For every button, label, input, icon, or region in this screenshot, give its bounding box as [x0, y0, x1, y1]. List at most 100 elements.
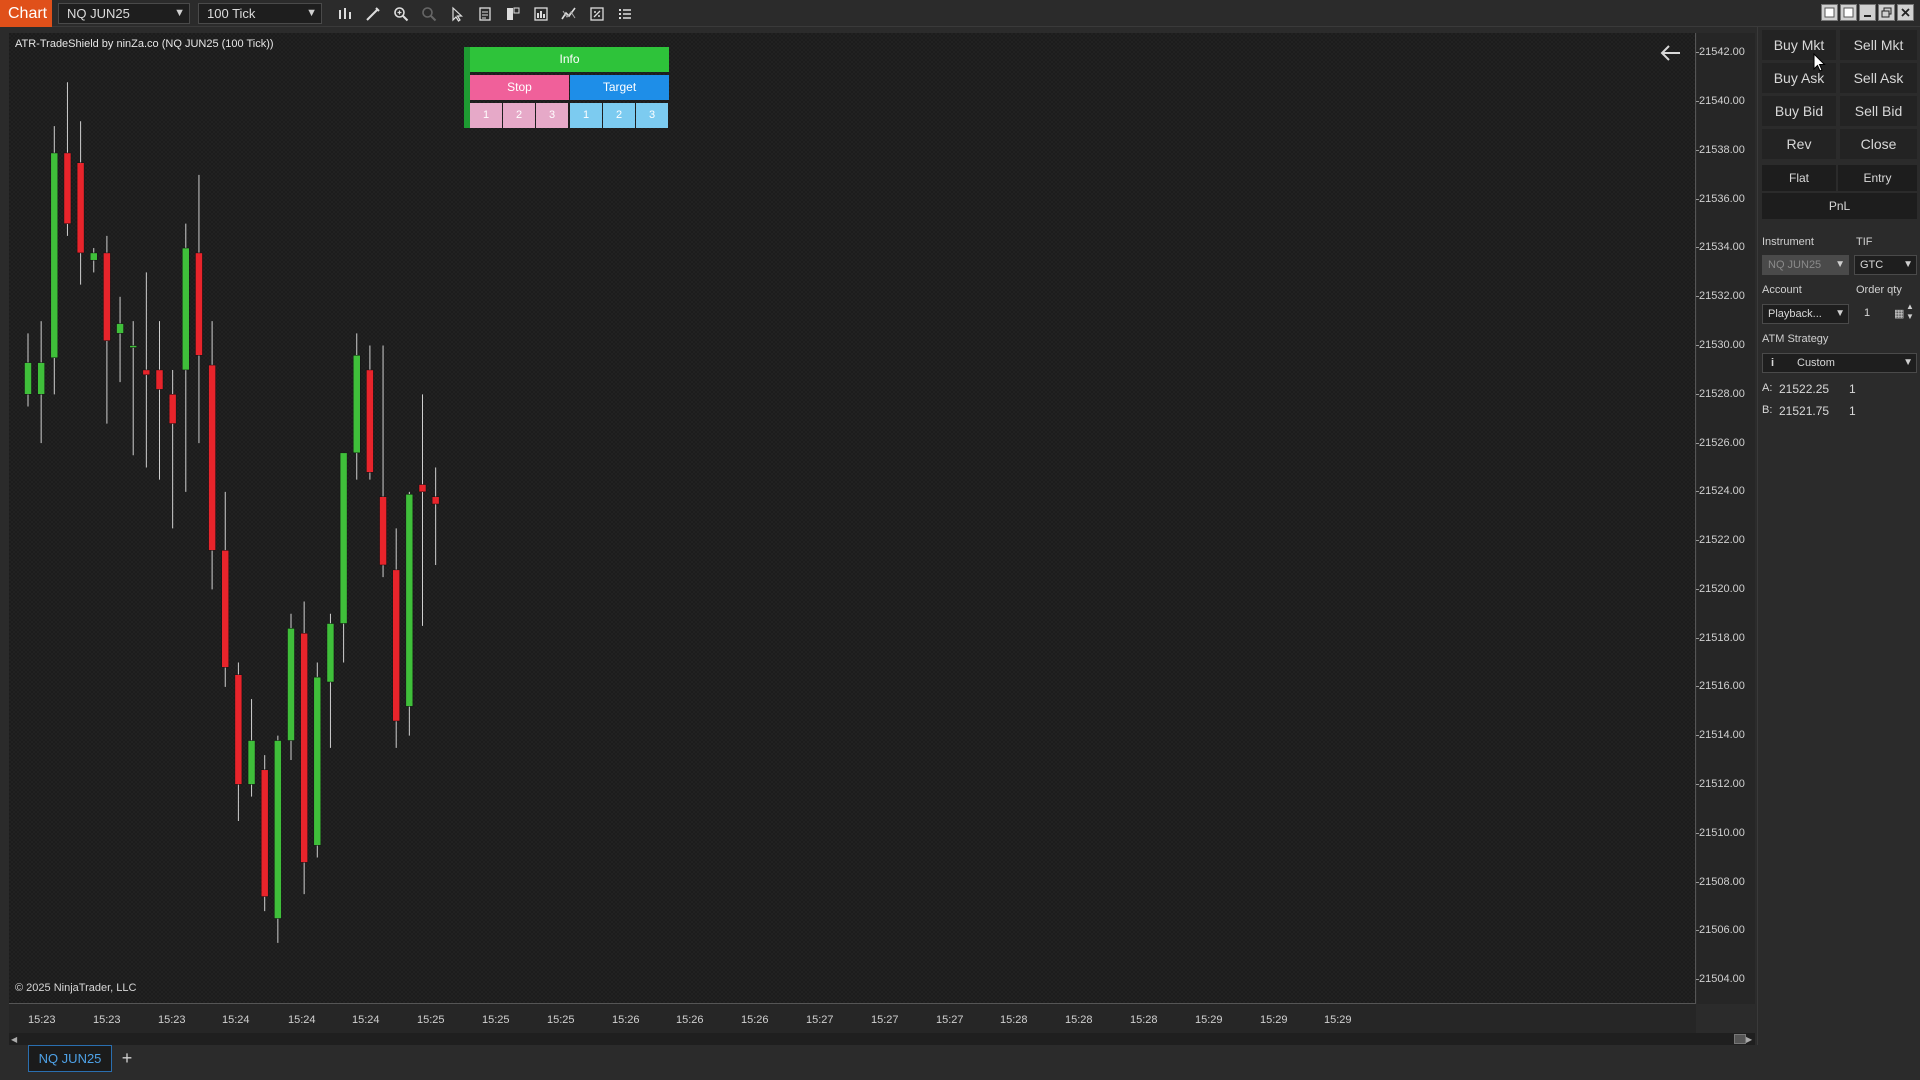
stop-level-1-button[interactable]: 1 [470, 103, 502, 128]
bar-type-icon[interactable] [335, 4, 355, 24]
arrow-left-icon[interactable] [1659, 43, 1683, 63]
y-tick-label: 21530.00 [1696, 339, 1745, 351]
y-tick-label: 21514.00 [1696, 729, 1745, 741]
data-box-icon[interactable] [503, 4, 523, 24]
x-tick-label: 15:28 [1065, 1014, 1093, 1026]
reverse-button[interactable]: Rev [1762, 129, 1836, 159]
stop-level-2-button[interactable]: 2 [503, 103, 535, 128]
minimize-icon[interactable] [1859, 4, 1876, 21]
entry-price-display: Entry [1838, 165, 1917, 191]
x-tick-label: 15:25 [547, 1014, 575, 1026]
candle-down [103, 252, 111, 341]
x-tick-label: 15:29 [1324, 1014, 1352, 1026]
draw-icon[interactable] [363, 4, 383, 24]
candle-up [313, 676, 322, 846]
tile-left-icon[interactable] [1821, 4, 1838, 21]
interval-selector-value: 100 Tick [207, 6, 256, 21]
candle-up [129, 345, 137, 348]
close-icon[interactable] [1897, 4, 1914, 21]
candle-down [300, 632, 308, 863]
account-select-value: Playback... [1768, 308, 1822, 320]
y-tick-label: 21528.00 [1696, 388, 1745, 400]
candle-down [195, 252, 203, 356]
account-select[interactable]: Playback... ▼ [1762, 304, 1849, 324]
y-tick-label: 21508.00 [1696, 876, 1745, 888]
copyright-text: © 2025 NinjaTrader, LLC [15, 982, 137, 994]
indicators-icon[interactable] [559, 4, 579, 24]
candle-down [208, 364, 216, 551]
sell-ask-button[interactable]: Sell Ask [1840, 63, 1917, 93]
tradeshield-stop-button[interactable]: Stop [470, 75, 569, 100]
info-icon[interactable]: i [1771, 354, 1774, 372]
buy-bid-button[interactable]: Buy Bid [1762, 96, 1836, 126]
tradeshield-target-button[interactable]: Target [570, 75, 669, 100]
target-level-2-button[interactable]: 2 [603, 103, 635, 128]
properties-icon[interactable] [587, 4, 607, 24]
price-axis[interactable]: 21542.00 21540.00 21538.00 21536.00 2153… [1696, 33, 1755, 1004]
y-tick-label: 21516.00 [1696, 680, 1745, 692]
target-level-3-button[interactable]: 3 [636, 103, 668, 128]
position-flat-display: Flat [1762, 165, 1836, 191]
scrollbar-thumb[interactable] [1734, 1034, 1746, 1044]
chart-title: ATR-TradeShield by ninZa.co (NQ JUN25 (1… [15, 38, 274, 50]
candle-up [247, 740, 256, 785]
pnl-display: PnL [1762, 193, 1917, 219]
scroll-right-icon[interactable]: ▶ [1746, 1035, 1754, 1044]
x-tick-label: 15:24 [352, 1014, 380, 1026]
candle-down [379, 496, 387, 566]
y-tick-label: 21512.00 [1696, 778, 1745, 790]
tab-nq-jun25[interactable]: NQ JUN25 [28, 1045, 112, 1072]
add-tab-button[interactable]: + [116, 1046, 138, 1070]
order-qty-stepper[interactable]: 1 ▦ ▲ ▼ [1854, 302, 1917, 324]
scroll-left-icon[interactable]: ◀ [11, 1035, 19, 1044]
candle-down [392, 569, 400, 722]
time-axis[interactable]: 15:23 15:23 15:23 15:24 15:24 15:24 15:2… [9, 1004, 1696, 1034]
strategies-icon[interactable] [531, 4, 551, 24]
target-level-1-button[interactable]: 1 [570, 103, 602, 128]
atm-strategy-select[interactable]: i Custom ▼ [1762, 353, 1917, 373]
candle-up [405, 494, 414, 707]
x-tick-label: 15:29 [1195, 1014, 1223, 1026]
zoom-out-icon[interactable] [419, 4, 439, 24]
y-tick-label: 21532.00 [1696, 290, 1745, 302]
y-tick-label: 21524.00 [1696, 485, 1745, 497]
y-tick-label: 21518.00 [1696, 632, 1745, 644]
y-tick-label: 21522.00 [1696, 534, 1745, 546]
x-tick-label: 15:27 [871, 1014, 899, 1026]
instrument-field: NQ JUN25 ▼ [1762, 255, 1849, 275]
tradeshield-info-button[interactable]: Info [470, 47, 669, 72]
close-position-button[interactable]: Close [1840, 129, 1917, 159]
tile-right-icon[interactable] [1840, 4, 1857, 21]
instrument-selector[interactable]: NQ JUN25 ▼ [58, 3, 190, 24]
candle-up [116, 323, 124, 334]
x-tick-label: 15:24 [288, 1014, 316, 1026]
interval-selector[interactable]: 100 Tick ▼ [198, 3, 322, 24]
tif-select[interactable]: GTC ▼ [1854, 255, 1917, 275]
y-tick-label: 21504.00 [1696, 973, 1745, 985]
horizontal-scrollbar[interactable]: ◀ ▶ [9, 1033, 1755, 1045]
candle-down [234, 674, 243, 785]
y-tick-label: 21534.00 [1696, 241, 1745, 253]
stepper-arrows-icon[interactable]: ▲ ▼ [1906, 302, 1914, 322]
atm-strategy-value: Custom [1797, 357, 1835, 369]
candle-up [353, 355, 361, 454]
template-icon[interactable] [475, 4, 495, 24]
sell-market-button[interactable]: Sell Mkt [1840, 30, 1917, 60]
y-tick-label: 21520.00 [1696, 583, 1745, 595]
order-qty-label: Order qty [1856, 284, 1902, 296]
calculator-icon[interactable]: ▦ [1894, 305, 1904, 323]
chevron-down-icon: ▼ [1835, 259, 1845, 270]
stop-level-3-button[interactable]: 3 [536, 103, 568, 128]
pointer-icon[interactable] [447, 4, 467, 24]
list-icon[interactable] [615, 4, 635, 24]
maximize-icon[interactable] [1878, 4, 1895, 21]
candle-down [76, 162, 85, 254]
candle-down [155, 369, 164, 390]
order-qty-value: 1 [1864, 307, 1871, 319]
zoom-in-icon[interactable] [391, 4, 411, 24]
x-tick-label: 15:27 [806, 1014, 834, 1026]
chart-panel[interactable]: ATR-TradeShield by ninZa.co (NQ JUN25 (1… [9, 33, 1696, 1004]
chart-toolbar: Chart NQ JUN25 ▼ 100 Tick ▼ [0, 0, 1920, 27]
candle-down [418, 484, 427, 493]
sell-bid-button[interactable]: Sell Bid [1840, 96, 1917, 126]
